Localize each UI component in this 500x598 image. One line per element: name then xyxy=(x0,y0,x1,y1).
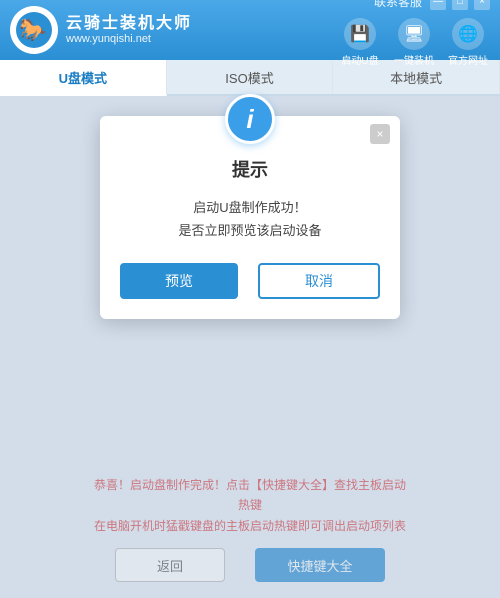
website-label: 官方网址 xyxy=(448,52,488,67)
tab-iso-mode[interactable]: ISO模式 xyxy=(167,60,334,94)
main-content: × i 提示 启动U盘制作成功！ 是否立即预览该启动设备 预览 取消 恭喜！启动… xyxy=(0,96,500,598)
dialog-close-button[interactable]: × xyxy=(370,124,390,144)
logo-area: 🐎 云骑士装机大师 www.yunqishi.net xyxy=(10,6,192,54)
support-link[interactable]: 联系客服 xyxy=(374,0,422,10)
nav-install[interactable]: 🖥 一键装机 xyxy=(392,18,436,67)
cancel-button[interactable]: 取消 xyxy=(258,263,380,299)
dialog-message-line2: 是否立即预览该启动设备 xyxy=(120,219,380,242)
app-name: 云骑士装机大师 xyxy=(66,14,192,33)
dialog: × i 提示 启动U盘制作成功！ 是否立即预览该启动设备 预览 取消 xyxy=(100,116,400,319)
dialog-overlay: × i 提示 启动U盘制作成功！ 是否立即预览该启动设备 预览 取消 xyxy=(0,96,500,598)
install-icon: 🖥 xyxy=(398,18,430,50)
preview-button[interactable]: 预览 xyxy=(120,263,238,299)
logo-text: 云骑士装机大师 www.yunqishi.net xyxy=(66,14,192,46)
dialog-info-icon: i xyxy=(225,94,275,144)
title-bar-right: 联系客服 — □ × 💾 启动U盘 🖥 一键装机 🌐 官方网址 xyxy=(338,0,490,67)
window-controls: — □ × xyxy=(430,0,490,10)
nav-icons: 💾 启动U盘 🖥 一键装机 🌐 官方网址 xyxy=(338,18,490,67)
logo-icon: 🐎 xyxy=(10,6,58,54)
usb-icon: 💾 xyxy=(344,18,376,50)
app-url: www.yunqishi.net xyxy=(66,33,192,46)
title-bar-top: 联系客服 — □ × xyxy=(374,0,490,10)
minimize-button[interactable]: — xyxy=(430,0,446,10)
dialog-message-line1: 启动U盘制作成功！ xyxy=(120,196,380,219)
tab-usb-mode[interactable]: U盘模式 xyxy=(0,60,167,96)
nav-website[interactable]: 🌐 官方网址 xyxy=(446,18,490,67)
dialog-icon-area: i xyxy=(100,94,400,144)
svg-text:🐎: 🐎 xyxy=(19,17,46,42)
dialog-buttons: 预览 取消 xyxy=(100,263,400,299)
close-button[interactable]: × xyxy=(474,0,490,10)
dialog-message: 启动U盘制作成功！ 是否立即预览该启动设备 xyxy=(100,196,400,243)
title-bar: 🐎 云骑士装机大师 www.yunqishi.net 联系客服 — □ × 💾 … xyxy=(0,0,500,60)
install-label: 一键装机 xyxy=(394,52,434,67)
dialog-title: 提示 xyxy=(100,156,400,182)
usb-label: 启动U盘 xyxy=(341,52,378,67)
maximize-button[interactable]: □ xyxy=(452,0,468,10)
nav-usb[interactable]: 💾 启动U盘 xyxy=(338,18,382,67)
website-icon: 🌐 xyxy=(452,18,484,50)
